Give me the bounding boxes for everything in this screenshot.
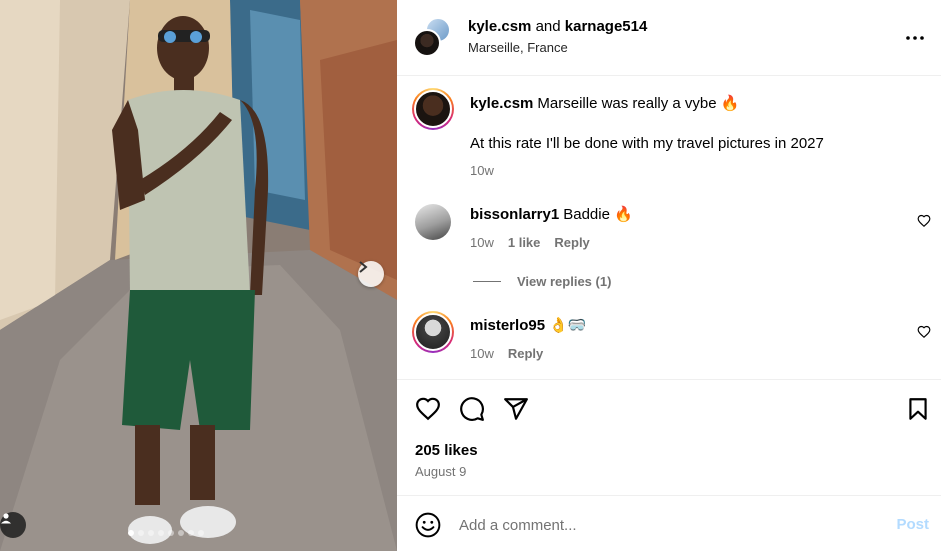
comment-time[interactable]: 10w	[470, 346, 494, 361]
carousel-dot	[148, 530, 154, 536]
comment-username[interactable]: misterlo95	[470, 317, 545, 334]
carousel-dot	[128, 530, 134, 536]
comment-likes[interactable]: 1 like	[508, 235, 541, 250]
post-details-panel: kyle.csm and karnage514 Marseille, Franc…	[397, 0, 941, 551]
emoji-icon[interactable]	[415, 512, 441, 538]
user-icon	[1, 513, 11, 524]
commenter-avatar[interactable]	[412, 311, 454, 353]
comment-input[interactable]	[459, 512, 859, 538]
reply-button[interactable]: Reply	[554, 235, 589, 250]
comment-time[interactable]: 10w	[470, 235, 494, 250]
likes-count[interactable]: 205 likes	[415, 442, 478, 459]
post-date[interactable]: August 9	[415, 464, 466, 479]
post-location[interactable]: Marseille, France	[468, 40, 568, 55]
post-button[interactable]: Post	[896, 516, 929, 533]
comment-bubble-icon[interactable]	[459, 396, 485, 422]
like-heart-icon[interactable]	[415, 396, 441, 422]
caption-text: Marseille was really a vybe 🔥	[537, 95, 740, 112]
post-photo[interactable]	[0, 0, 397, 551]
photo-illustration	[0, 0, 397, 551]
carousel-dot	[178, 530, 184, 536]
save-bookmark-icon[interactable]	[905, 396, 931, 422]
like-comment-heart-icon[interactable]	[917, 325, 931, 339]
author-conjunction: and	[535, 18, 561, 35]
chevron-right-icon	[359, 261, 368, 273]
divider	[473, 281, 501, 282]
carousel-dot	[188, 530, 194, 536]
view-replies-button[interactable]: View replies (1)	[473, 274, 611, 289]
post-authors: kyle.csm and karnage514	[468, 18, 647, 35]
comment-username[interactable]: bissonlarry1	[470, 206, 559, 223]
add-comment-bar: Post	[397, 495, 941, 551]
author-username[interactable]: kyle.csm	[468, 18, 531, 35]
avatar[interactable]	[415, 204, 451, 240]
carousel-dot	[168, 530, 174, 536]
like-comment-heart-icon[interactable]	[917, 214, 931, 228]
reply-button[interactable]: Reply	[508, 346, 543, 361]
post-actions	[397, 390, 941, 430]
coauthor-username[interactable]: karnage514	[565, 18, 648, 35]
carousel-dot	[138, 530, 144, 536]
view-replies-label: View replies (1)	[517, 274, 612, 289]
avatar	[414, 313, 452, 351]
next-photo-button[interactable]	[358, 261, 384, 287]
caption-username[interactable]: kyle.csm	[470, 95, 533, 112]
comment-line: misterlo95 👌🥽	[470, 316, 586, 336]
caption-second-line: At this rate I'll be done with my travel…	[470, 135, 824, 152]
carousel-dot	[198, 530, 204, 536]
caption-avatar[interactable]	[412, 88, 454, 130]
comment-meta: 10w 1 like Reply	[470, 235, 590, 250]
caption-time[interactable]: 10w	[470, 163, 494, 178]
avatar	[413, 29, 441, 57]
share-paper-plane-icon[interactable]	[503, 396, 529, 422]
comments-section: kyle.csm Marseille was really a vybe 🔥 At…	[397, 77, 941, 380]
carousel-indicator	[128, 530, 204, 536]
tagged-users-button[interactable]	[0, 512, 26, 538]
avatar	[414, 90, 452, 128]
more-options-button[interactable]	[903, 26, 927, 50]
comment-meta: 10w Reply	[470, 346, 543, 361]
comment-text: 👌🥽	[549, 317, 587, 334]
caption-line: kyle.csm Marseille was really a vybe 🔥	[470, 94, 739, 114]
caption-meta: 10w	[470, 163, 494, 178]
comment-line: bissonlarry1 Baddie 🔥	[470, 205, 633, 225]
collab-avatars[interactable]	[413, 17, 457, 57]
carousel-dot	[158, 530, 164, 536]
post-header: kyle.csm and karnage514 Marseille, Franc…	[397, 0, 941, 76]
comment-text: Baddie 🔥	[563, 206, 633, 223]
more-horizontal-icon	[906, 36, 924, 40]
